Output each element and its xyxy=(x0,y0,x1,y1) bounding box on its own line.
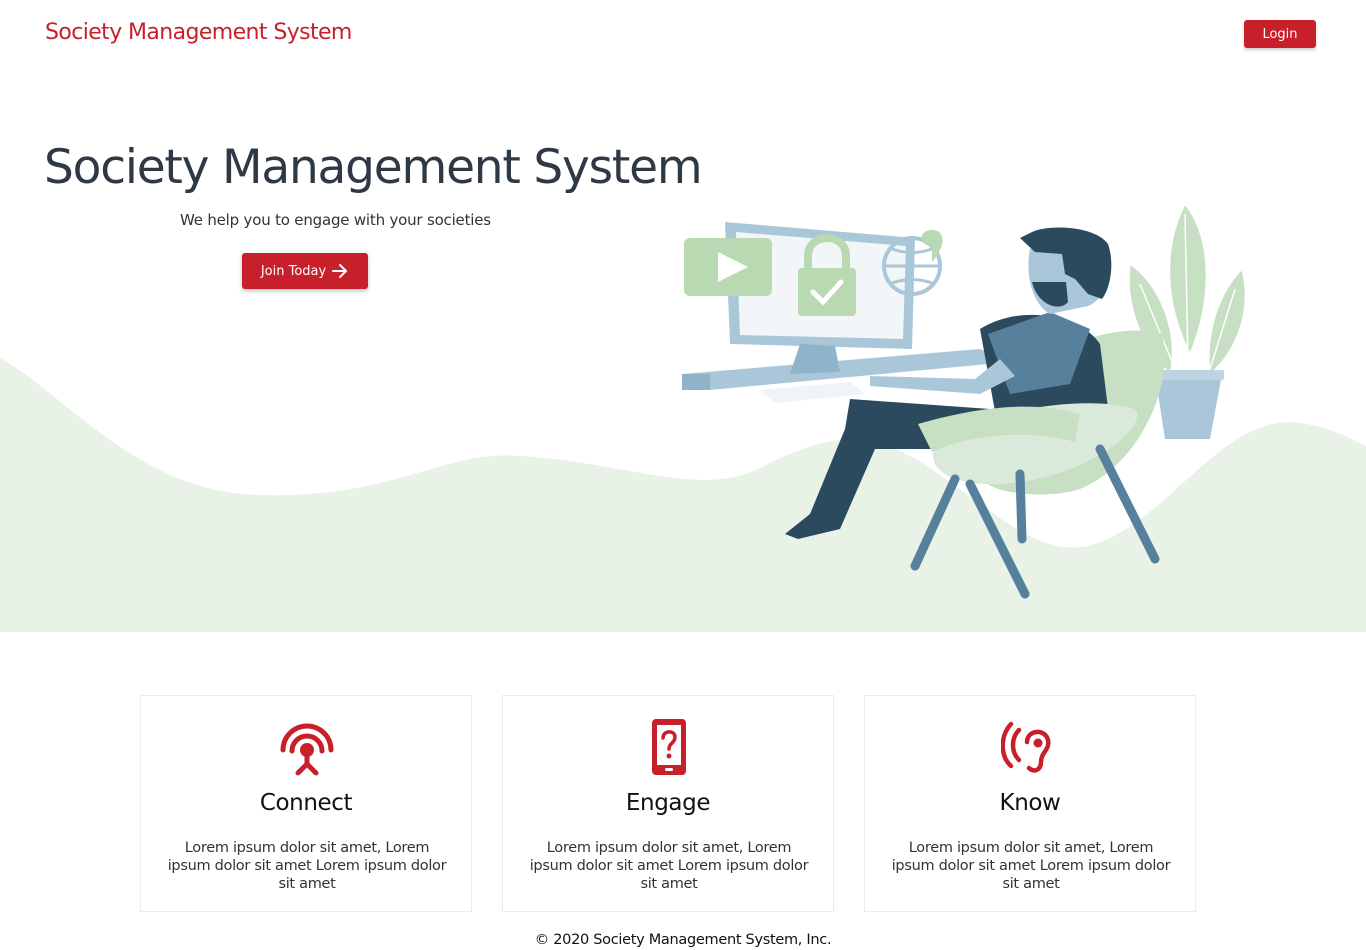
arrow-right-icon xyxy=(332,264,348,278)
broadcast-antenna-icon xyxy=(280,723,334,776)
feature-title: Engage xyxy=(625,790,711,816)
feature-card-engage: Engage Lorem ipsum dolor sit amet, Lorem… xyxy=(502,695,834,912)
feature-text: Lorem ipsum dolor sit amet, Lorem ipsum … xyxy=(529,840,809,892)
hero-title: Society Management System xyxy=(44,140,703,195)
feature-title: Know xyxy=(999,790,1061,816)
phone-question-icon xyxy=(652,719,686,775)
feature-text: Lorem ipsum dolor sit amet, Lorem ipsum … xyxy=(891,840,1171,892)
join-today-label: Join Today xyxy=(260,263,327,279)
login-button[interactable]: Login xyxy=(1244,20,1316,48)
footer-copyright: © 2020 Society Management System, Inc. xyxy=(534,932,832,948)
feature-text: Lorem ipsum dolor sit amet, Lorem ipsum … xyxy=(167,840,447,892)
features-section: Connect Lorem ipsum dolor sit amet, Lore… xyxy=(140,695,1196,912)
feature-card-know: Know Lorem ipsum dolor sit amet, Lorem i… xyxy=(864,695,1196,912)
feature-title: Connect xyxy=(259,790,353,816)
feature-card-connect: Connect Lorem ipsum dolor sit amet, Lore… xyxy=(140,695,472,912)
ear-sound-icon xyxy=(1001,721,1051,773)
hero-subtitle: We help you to engage with your societie… xyxy=(180,211,491,229)
man-at-computer-illustration xyxy=(682,202,1247,599)
join-today-button[interactable]: Join Today xyxy=(242,253,368,289)
brand-logo-text[interactable]: Society Management System xyxy=(45,20,352,45)
hero-section: Society Management System We help you to… xyxy=(0,68,1366,632)
navbar: Society Management System Login xyxy=(0,0,1366,68)
